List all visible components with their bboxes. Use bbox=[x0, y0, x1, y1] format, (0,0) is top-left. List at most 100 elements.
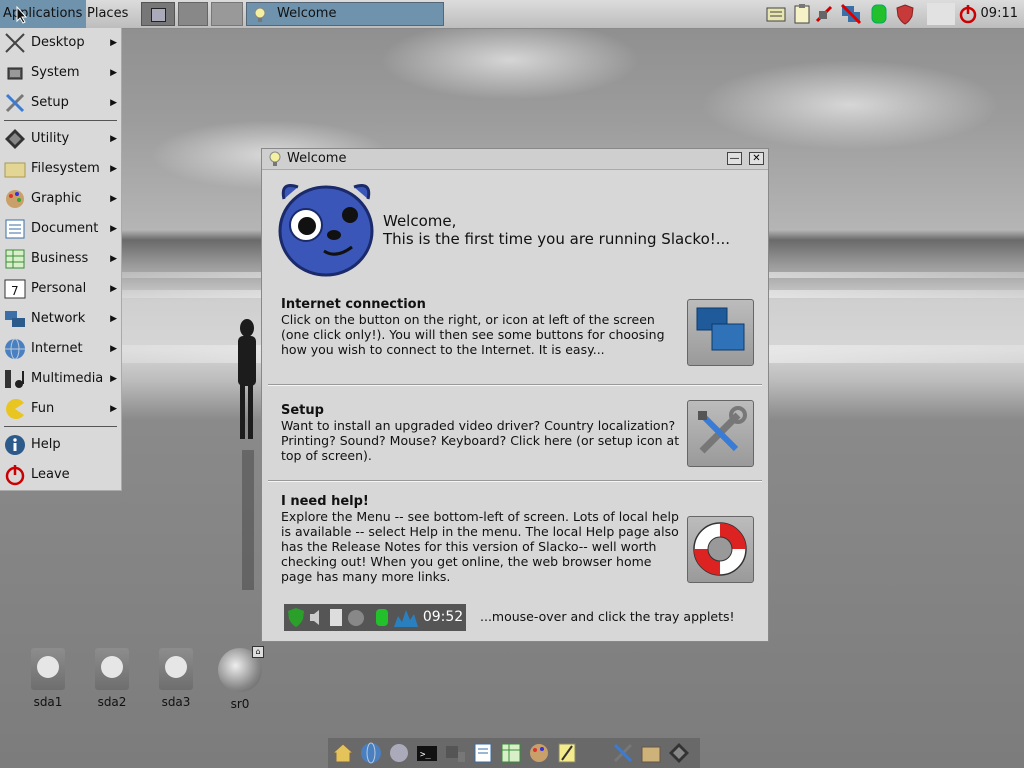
submenu-arrow-icon: ▶ bbox=[110, 134, 117, 144]
power-icon bbox=[5, 465, 25, 486]
menu-item-system[interactable]: System ▶ bbox=[0, 59, 121, 87]
utility-icon[interactable] bbox=[668, 742, 690, 764]
utility-icon bbox=[5, 129, 25, 149]
multimedia-icon bbox=[5, 370, 24, 388]
setup-tools-icon[interactable] bbox=[612, 742, 634, 764]
palette-icon bbox=[6, 190, 24, 208]
drive-label: sr0 bbox=[230, 697, 250, 711]
mount-indicator-icon: ⌂ bbox=[252, 646, 264, 658]
drive-label: sda2 bbox=[97, 695, 127, 709]
notes-icon[interactable] bbox=[765, 3, 787, 25]
lifebuoy-icon bbox=[693, 522, 747, 576]
welcome-heading-line1: Welcome, bbox=[383, 212, 457, 230]
drive-sda2[interactable]: sda2 bbox=[88, 648, 136, 709]
menu-item-desktop[interactable]: Desktop ▶ bbox=[0, 29, 121, 57]
drive-sda3[interactable]: sda3 bbox=[152, 648, 200, 709]
power-icon[interactable] bbox=[957, 3, 979, 25]
svg-text:>_: >_ bbox=[420, 750, 431, 760]
setup-section-title: Setup bbox=[281, 403, 324, 418]
places-menu-button[interactable]: Places bbox=[84, 0, 131, 28]
minimize-button[interactable]: — bbox=[727, 152, 742, 165]
submenu-arrow-icon: ▶ bbox=[110, 254, 117, 264]
menu-item-internet[interactable]: Internet ▶ bbox=[0, 335, 121, 363]
internet-section-body: Click on the button on the right, or ico… bbox=[281, 312, 665, 357]
tray-blank-slot bbox=[927, 3, 955, 25]
menu-item-document[interactable]: Document ▶ bbox=[0, 215, 121, 243]
submenu-arrow-icon: ▶ bbox=[110, 38, 117, 48]
menu-item-label: Document bbox=[31, 221, 99, 236]
section-divider bbox=[268, 384, 762, 386]
submenu-arrow-icon: ▶ bbox=[110, 404, 117, 414]
spreadsheet-icon[interactable] bbox=[500, 742, 522, 764]
menu-item-label: Help bbox=[31, 437, 61, 452]
menu-item-fun[interactable]: Fun ▶ bbox=[0, 395, 121, 423]
globe-icon bbox=[5, 338, 25, 360]
tray-hint-text: ...mouse-over and click the tray applets… bbox=[480, 609, 735, 624]
globe-icon[interactable] bbox=[360, 742, 382, 764]
menu-item-setup[interactable]: Setup ▶ bbox=[0, 89, 121, 117]
menu-item-label: Fun bbox=[31, 401, 55, 416]
drive-sda1[interactable]: sda1 bbox=[24, 648, 72, 709]
hard-drive-icon bbox=[159, 648, 193, 690]
setup-section-body: Want to install an upgraded video driver… bbox=[281, 418, 680, 463]
desktop-icon bbox=[5, 33, 25, 53]
applications-menu-button[interactable]: Applications bbox=[0, 0, 86, 28]
taskbar-button-welcome[interactable]: Welcome bbox=[246, 2, 444, 26]
chat-icon[interactable] bbox=[388, 742, 410, 764]
menu-item-label: Personal bbox=[31, 281, 87, 296]
tray-preview-clock: 09:52 bbox=[422, 609, 464, 625]
menu-item-label: Utility bbox=[31, 131, 70, 146]
panel-clock[interactable]: 09:11 bbox=[981, 0, 1018, 28]
firewall-shield-icon[interactable] bbox=[894, 3, 916, 25]
workspace-switcher-3[interactable] bbox=[211, 2, 243, 26]
setup-tools-icon bbox=[698, 406, 747, 454]
storage-drive-icon[interactable] bbox=[868, 3, 890, 25]
menu-item-business[interactable]: Business ▶ bbox=[0, 245, 121, 273]
network-status-icon[interactable] bbox=[840, 3, 862, 25]
document-icon[interactable] bbox=[472, 742, 494, 764]
person-silhouette bbox=[238, 319, 256, 439]
menu-item-label: Filesystem bbox=[31, 161, 100, 176]
internet-connect-button[interactable] bbox=[687, 299, 754, 366]
home-icon[interactable] bbox=[332, 742, 354, 764]
clipboard-icon[interactable] bbox=[791, 3, 813, 25]
svg-text:7: 7 bbox=[11, 284, 19, 298]
puppy-mascot-logo bbox=[278, 184, 374, 277]
window-titlebar[interactable]: Welcome — ✕ bbox=[262, 149, 768, 170]
drive-sr0[interactable]: ⌂ sr0 bbox=[216, 646, 264, 711]
submenu-arrow-icon: ▶ bbox=[110, 164, 117, 174]
launcher-bar: >_ bbox=[328, 738, 700, 768]
network-icon bbox=[5, 311, 25, 327]
computer-icon[interactable] bbox=[444, 742, 466, 764]
workspace-switcher-1[interactable] bbox=[141, 2, 175, 26]
workspace-switcher-2[interactable] bbox=[178, 2, 208, 26]
hard-drive-icon bbox=[31, 648, 65, 690]
menu-item-utility[interactable]: Utility ▶ bbox=[0, 125, 121, 153]
menu-item-multimedia[interactable]: Multimedia ▶ bbox=[0, 365, 121, 393]
menu-item-network[interactable]: Network ▶ bbox=[0, 305, 121, 333]
terminal-icon[interactable]: >_ bbox=[416, 742, 438, 764]
menu-item-graphic[interactable]: Graphic ▶ bbox=[0, 185, 121, 213]
tray-applets-icon bbox=[288, 608, 418, 627]
menu-item-leave[interactable]: Leave bbox=[0, 461, 121, 489]
package-manager-icon[interactable] bbox=[640, 742, 662, 764]
text-editor-icon[interactable] bbox=[556, 742, 578, 764]
network-connect-icon bbox=[696, 307, 745, 351]
menu-item-personal[interactable]: 7 Personal ▶ bbox=[0, 275, 121, 303]
menu-item-filesystem[interactable]: Filesystem ▶ bbox=[0, 155, 121, 183]
welcome-window: Welcome — ✕ Welcome, This is the first t… bbox=[261, 148, 769, 642]
applications-menu: Desktop ▶ System ▶ Setup ▶ Utility ▶ Fil… bbox=[0, 28, 122, 491]
menu-item-help[interactable]: Help bbox=[0, 431, 121, 459]
hard-drive-icon bbox=[95, 648, 129, 690]
setup-button[interactable] bbox=[687, 400, 754, 467]
menu-item-label: Graphic bbox=[31, 191, 82, 206]
lightbulb-icon bbox=[254, 7, 266, 22]
submenu-arrow-icon: ▶ bbox=[110, 98, 117, 108]
menu-item-label: Desktop bbox=[31, 35, 85, 50]
menu-item-label: Setup bbox=[31, 95, 69, 110]
submenu-arrow-icon: ▶ bbox=[110, 314, 117, 324]
help-button[interactable] bbox=[687, 516, 754, 583]
close-button[interactable]: ✕ bbox=[749, 152, 764, 165]
network-disconnected-icon[interactable] bbox=[813, 3, 835, 25]
palette-icon[interactable] bbox=[528, 742, 550, 764]
